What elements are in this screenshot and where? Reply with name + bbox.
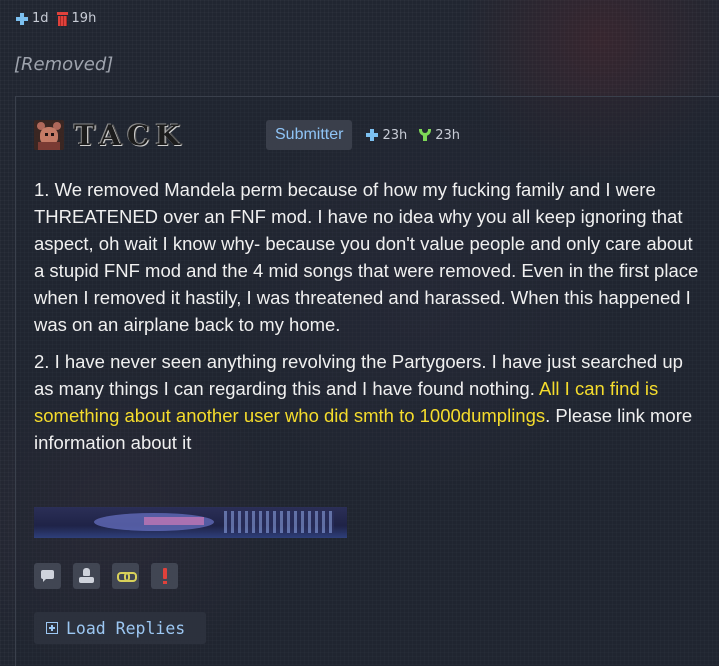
reply-button[interactable] <box>34 563 61 589</box>
plus-icon <box>366 129 379 141</box>
comment-edited: 23h <box>419 128 460 143</box>
attached-image[interactable] <box>34 507 347 538</box>
parent-meta: 1d 19h <box>16 11 96 26</box>
load-replies-label: Load Replies <box>66 618 186 638</box>
parent-removed-time: 19h <box>71 11 97 26</box>
comment-body: 1. We removed Mandela perm because of ho… <box>34 176 704 466</box>
comment-edited-time: 23h <box>435 127 461 143</box>
comment-upvote[interactable]: 23h <box>366 128 407 143</box>
report-button[interactable] <box>151 563 178 589</box>
parent-upvote-time: 1d <box>32 11 49 26</box>
expand-icon <box>46 622 58 634</box>
comment-meta: 23h 23h <box>366 128 460 143</box>
link-icon <box>112 563 139 589</box>
load-replies-button[interactable]: Load Replies <box>34 612 206 644</box>
fork-icon <box>419 129 432 141</box>
comment-actions <box>34 563 178 589</box>
comment-header: TACK Submitter 23h 23h <box>34 119 460 152</box>
report-icon <box>151 563 178 589</box>
avatar[interactable] <box>34 120 64 150</box>
username-logo[interactable]: TACK <box>74 119 234 152</box>
stamp-button[interactable] <box>73 563 100 589</box>
reply-icon <box>34 563 61 589</box>
comment-paragraph-1: 1. We removed Mandela perm because of ho… <box>34 179 699 335</box>
submitter-badge: Submitter <box>266 120 353 150</box>
trash-icon <box>56 11 68 26</box>
plus-icon <box>16 12 28 25</box>
stamp-icon <box>73 563 100 589</box>
link-button[interactable] <box>112 563 139 589</box>
comment-posted-time: 23h <box>382 127 408 143</box>
comment-paragraph-2: 2. I have never seen anything revolving … <box>34 348 704 456</box>
parent-upvote[interactable]: 1d <box>16 11 49 26</box>
removed-comment-text: [Removed] <box>14 54 114 75</box>
parent-removed: 19h <box>56 11 97 26</box>
